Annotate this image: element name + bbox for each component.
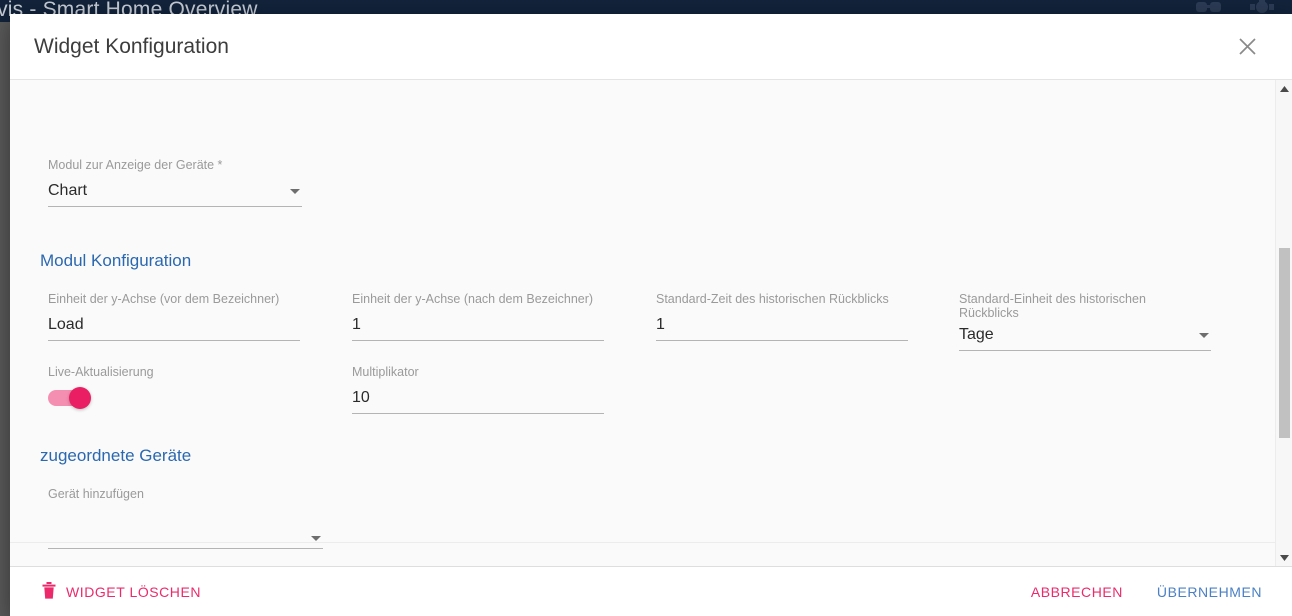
history-unit-field[interactable]: Standard-Einheit des historischen Rückbl…	[959, 292, 1211, 351]
add-device-label: Gerät hinzufügen	[48, 487, 144, 501]
trash-icon	[42, 581, 56, 602]
add-device-field[interactable]: Gerät hinzufügen	[48, 487, 323, 549]
y-axis-prefix-input[interactable]: Load	[48, 314, 300, 341]
live-update-label: Live-Aktualisierung	[48, 365, 154, 379]
dialog-header: Widget Konfiguration	[10, 14, 1292, 80]
delete-widget-label: WIDGET LÖSCHEN	[66, 583, 202, 600]
multiplier-label: Multiplikator	[352, 365, 419, 379]
chevron-down-icon	[290, 189, 300, 194]
module-configuration-heading: Modul Konfiguration	[40, 251, 192, 270]
scrollbar-thumb[interactable]	[1279, 248, 1290, 438]
multiplier-input[interactable]: 10	[352, 387, 604, 414]
module-select-field[interactable]: Modul zur Anzeige der Geräte * Chart	[48, 158, 302, 207]
y-axis-prefix-field[interactable]: Einheit der y-Achse (vor dem Bezeichner)…	[48, 292, 300, 341]
dialog-footer: WIDGET LÖSCHEN ABBRECHEN ÜBERNEHMEN	[10, 566, 1292, 616]
background-topbar-icons	[1196, 0, 1274, 15]
y-axis-prefix-label: Einheit der y-Achse (vor dem Bezeichner)	[48, 292, 280, 306]
y-axis-suffix-input[interactable]: 1	[352, 314, 604, 341]
widget-configuration-dialog: Widget Konfiguration Modul zur Anzeige d…	[10, 14, 1292, 616]
dialog-scroll-content: Modul zur Anzeige der Geräte * Chart Mod…	[10, 80, 1275, 566]
chevron-down-icon	[1199, 333, 1209, 338]
dialog-body: Modul zur Anzeige der Geräte * Chart Mod…	[10, 80, 1292, 566]
scroll-up-arrow-icon[interactable]	[1276, 80, 1292, 97]
y-axis-suffix-field[interactable]: Einheit der y-Achse (nach dem Bezeichner…	[352, 292, 604, 341]
apply-button[interactable]: ÜBERNEHMEN	[1149, 578, 1270, 606]
table-row: RPi (Sonstige, #ff599092-4961-4e9e-bae3-…	[10, 542, 1275, 566]
cancel-button[interactable]: ABBRECHEN	[1023, 578, 1131, 606]
assigned-devices-heading: zugeordnete Geräte	[40, 446, 192, 465]
history-unit-select[interactable]: Tage	[959, 324, 1211, 351]
scroll-down-arrow-icon[interactable]	[1276, 549, 1292, 566]
history-time-input[interactable]: 1	[656, 314, 908, 341]
live-update-toggle[interactable]	[48, 387, 92, 409]
history-unit-label: Standard-Einheit des historischen Rückbl…	[959, 292, 1146, 320]
toggle-knob	[69, 387, 91, 409]
history-time-label: Standard-Zeit des historischen Rückblick…	[656, 292, 889, 306]
delete-widget-button[interactable]: WIDGET LÖSCHEN	[34, 576, 209, 608]
dialog-title: Widget Konfiguration	[34, 34, 229, 58]
gear-icon[interactable]	[1250, 0, 1274, 15]
glasses-icon[interactable]	[1196, 0, 1222, 15]
module-select-label: Modul zur Anzeige der Geräte *	[48, 158, 223, 172]
history-time-field[interactable]: Standard-Zeit des historischen Rückblick…	[656, 292, 908, 341]
y-axis-suffix-label: Einheit der y-Achse (nach dem Bezeichner…	[352, 292, 594, 306]
live-update-field[interactable]: Live-Aktualisierung	[48, 365, 154, 409]
chevron-down-icon	[311, 536, 321, 541]
vertical-scrollbar[interactable]	[1275, 80, 1292, 566]
multiplier-field[interactable]: Multiplikator 10	[352, 365, 604, 414]
close-icon[interactable]	[1230, 30, 1264, 64]
module-select-value[interactable]: Chart	[48, 180, 302, 207]
